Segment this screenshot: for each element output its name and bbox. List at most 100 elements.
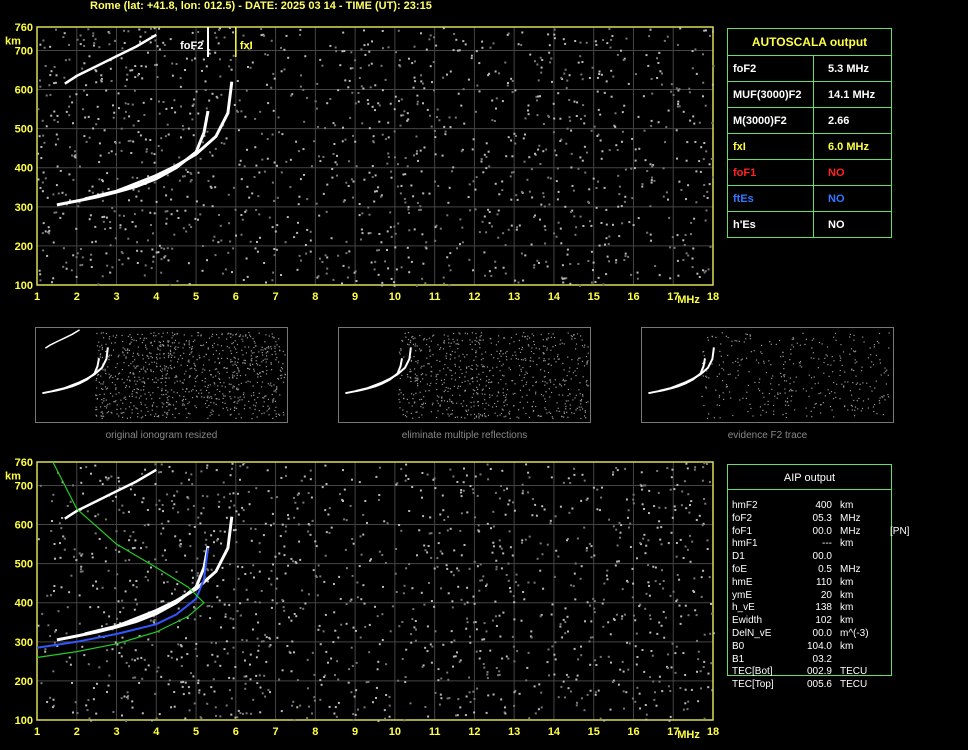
noise-dot — [258, 674, 261, 677]
noise-dot — [579, 284, 581, 287]
noise-dot — [230, 697, 233, 700]
noise-dot — [255, 656, 258, 659]
thumb-noise — [540, 333, 542, 336]
noise-dot — [331, 168, 334, 170]
noise-dot — [494, 600, 497, 603]
thumb-noise — [586, 363, 588, 365]
noise-dot — [49, 635, 52, 638]
thumb-noise — [535, 393, 537, 395]
thumb-noise — [503, 375, 505, 377]
thumb-noise — [791, 395, 793, 397]
thumb-noise — [413, 394, 415, 396]
thumb-noise — [542, 345, 544, 347]
noise-dot — [166, 210, 169, 213]
thumb-noise — [454, 357, 456, 359]
thumb-noise — [464, 376, 466, 378]
thumb-noise — [432, 335, 434, 337]
noise-dot — [202, 204, 205, 207]
thumb-noise — [188, 376, 190, 378]
noise-dot — [160, 137, 163, 140]
thumb-noise — [419, 399, 421, 401]
noise-dot — [166, 123, 169, 126]
noise-dot — [502, 552, 505, 555]
noise-dot — [479, 563, 482, 566]
thumb-noise — [540, 393, 542, 396]
thumb-noise — [808, 395, 810, 398]
thumb-noise — [158, 333, 160, 335]
noise-dot — [662, 587, 665, 590]
thumb-noise — [259, 364, 261, 366]
thumb-noise — [740, 359, 742, 361]
noise-dot — [708, 163, 711, 166]
noise-dot — [330, 657, 333, 660]
thumb-noise — [706, 417, 709, 419]
noise-dot — [376, 615, 379, 618]
noise-dot — [570, 166, 573, 169]
noise-dot — [278, 131, 280, 134]
noise-dot — [149, 619, 152, 622]
noise-dot — [174, 111, 177, 114]
thumb-noise — [496, 395, 498, 397]
noise-dot — [164, 210, 167, 213]
noise-dot — [41, 190, 44, 193]
noise-dot — [589, 663, 592, 666]
noise-dot — [682, 110, 685, 113]
noise-dot — [688, 87, 691, 90]
thumb-noise — [150, 342, 152, 344]
noise-dot — [693, 591, 696, 593]
thumb-noise — [494, 403, 496, 405]
thumb-noise — [104, 386, 107, 388]
noise-dot — [123, 214, 125, 217]
thumb-noise — [503, 405, 505, 407]
x-tick-label: 13 — [508, 291, 520, 303]
noise-dot — [179, 545, 182, 548]
noise-dot — [171, 188, 173, 191]
noise-dot — [621, 588, 624, 591]
thumb-noise — [112, 335, 114, 337]
noise-dot — [291, 640, 294, 643]
noise-dot — [592, 597, 595, 600]
noise-dot — [260, 590, 263, 592]
thumb-noise — [475, 368, 478, 370]
noise-dot — [83, 135, 86, 138]
thumb-noise — [234, 363, 236, 365]
noise-dot — [355, 280, 358, 282]
noise-dot — [49, 93, 52, 96]
thumb-noise — [232, 364, 234, 366]
noise-dot — [372, 135, 375, 138]
noise-dot — [53, 66, 56, 68]
noise-dot — [395, 268, 398, 271]
noise-dot — [271, 133, 274, 136]
noise-dot — [264, 522, 267, 525]
thumb-noise — [435, 374, 437, 376]
noise-dot — [182, 680, 185, 683]
noise-dot — [195, 90, 198, 93]
aip-cell: 00.0 — [812, 627, 832, 639]
noise-dot — [94, 38, 97, 41]
noise-dot — [80, 554, 83, 557]
thumb-noise — [254, 408, 256, 410]
noise-dot — [514, 279, 517, 282]
thumb-noise — [199, 357, 201, 359]
thumb-noise — [457, 385, 459, 387]
noise-dot — [121, 252, 124, 255]
noise-dot — [300, 479, 303, 482]
noise-dot — [495, 667, 498, 669]
noise-dot — [352, 713, 355, 716]
noise-dot — [557, 221, 560, 224]
thumb-noise — [226, 371, 228, 373]
thumb-noise — [200, 334, 202, 336]
noise-dot — [263, 674, 266, 677]
noise-dot — [351, 91, 354, 94]
noise-dot — [147, 664, 150, 667]
noise-dot — [140, 656, 143, 659]
noise-dot — [657, 121, 660, 124]
noise-dot — [250, 539, 253, 542]
noise-dot — [704, 502, 707, 505]
noise-dot — [90, 253, 93, 256]
noise-dot — [325, 531, 328, 534]
noise-dot — [676, 234, 679, 237]
noise-dot — [123, 642, 126, 645]
noise-dot — [555, 154, 558, 157]
noise-dot — [507, 136, 510, 139]
